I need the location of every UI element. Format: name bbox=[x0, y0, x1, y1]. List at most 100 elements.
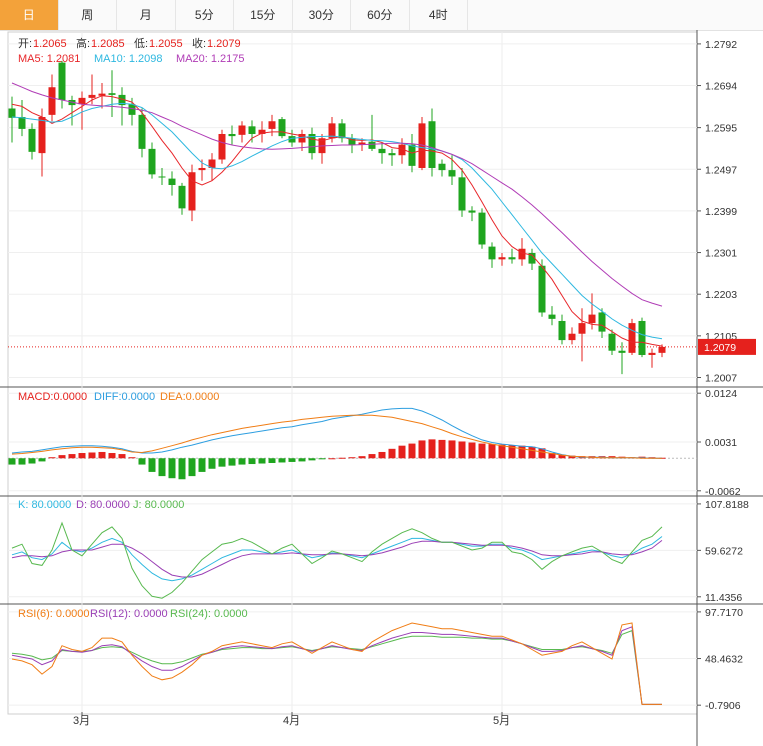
candle-body bbox=[538, 265, 546, 313]
macd-bar bbox=[188, 458, 196, 477]
rsi6-legend: RSI(6): 0.0000 bbox=[18, 608, 90, 620]
y-tick-label: 1.2007 bbox=[705, 373, 737, 385]
macd-bar bbox=[38, 458, 46, 462]
candle-body bbox=[368, 141, 376, 149]
tab-3[interactable]: 5分 bbox=[176, 0, 234, 30]
k-legend: K: 80.0000 bbox=[18, 499, 71, 511]
candle-body bbox=[598, 312, 606, 332]
candle-body bbox=[128, 104, 136, 115]
macd-bar bbox=[178, 458, 186, 480]
tab-0[interactable]: 日 bbox=[0, 0, 59, 30]
candle-body bbox=[228, 133, 236, 137]
candle-body bbox=[248, 126, 256, 134]
macd-bar bbox=[418, 440, 426, 459]
candle-body bbox=[568, 333, 576, 341]
macd-bar bbox=[448, 440, 456, 459]
y-tick-label: 1.2301 bbox=[705, 248, 737, 260]
macd-bar bbox=[118, 454, 126, 459]
tab-2[interactable]: 月 bbox=[117, 0, 176, 30]
candle-body bbox=[488, 246, 496, 260]
candle-body bbox=[48, 87, 56, 115]
candle-body bbox=[18, 116, 26, 129]
candle-body bbox=[578, 323, 586, 334]
macd-bar bbox=[128, 457, 136, 459]
y-tick-label: 97.7170 bbox=[705, 607, 743, 619]
macd-bar bbox=[348, 457, 356, 459]
macd-bar bbox=[18, 458, 26, 465]
candle-body bbox=[498, 257, 506, 260]
candle-body bbox=[388, 153, 396, 156]
candle-body bbox=[28, 128, 36, 152]
candle-body bbox=[608, 333, 616, 351]
candle-body bbox=[648, 352, 656, 355]
candle-body bbox=[518, 248, 526, 260]
candle-body bbox=[458, 177, 466, 211]
open-value: 1.2065 bbox=[33, 38, 67, 50]
candle-body bbox=[38, 116, 46, 154]
candle-body bbox=[218, 133, 226, 160]
macd-bar bbox=[238, 458, 246, 465]
dea-line bbox=[11, 414, 662, 459]
macd-bar bbox=[198, 458, 206, 472]
macd-bar bbox=[468, 442, 476, 459]
macd-bar bbox=[408, 443, 416, 459]
macd-bar bbox=[528, 446, 536, 459]
candle-body bbox=[378, 148, 386, 154]
macd-bar bbox=[48, 457, 56, 459]
rsi6-line bbox=[11, 622, 662, 705]
k-line bbox=[11, 536, 663, 582]
y-tick-label: 48.4632 bbox=[705, 654, 743, 666]
candle-body bbox=[178, 185, 186, 209]
candle-body bbox=[58, 62, 66, 100]
candle-body bbox=[168, 178, 176, 185]
macd-bar bbox=[28, 458, 36, 464]
j-legend: J: 80.0000 bbox=[133, 499, 184, 511]
candle-body bbox=[558, 320, 566, 341]
macd-bar bbox=[518, 445, 526, 459]
y-tick-label: 1.2399 bbox=[705, 206, 737, 218]
rsi24-line bbox=[11, 629, 662, 705]
y-tick-label: -0.0062 bbox=[705, 486, 741, 498]
candle-body bbox=[138, 114, 146, 149]
candle-body bbox=[618, 350, 626, 353]
candle-body bbox=[438, 163, 446, 171]
tab-4[interactable]: 15分 bbox=[234, 0, 293, 30]
tab-6[interactable]: 60分 bbox=[351, 0, 410, 30]
macd-bar bbox=[58, 455, 66, 459]
low-value: 1.2055 bbox=[149, 38, 183, 50]
x-tick-label: 5月 bbox=[493, 715, 510, 727]
macd-bar bbox=[318, 458, 326, 460]
macd-bar bbox=[148, 458, 156, 472]
y-tick-label: 59.6272 bbox=[705, 545, 743, 557]
tab-1[interactable]: 周 bbox=[59, 0, 117, 30]
ma10-legend: MA10: 1.2098 bbox=[94, 53, 163, 65]
macd-bar bbox=[138, 458, 146, 465]
macd-bar bbox=[338, 457, 346, 459]
macd-legend: MACD:0.0000 bbox=[18, 391, 87, 403]
macd-bar bbox=[288, 458, 296, 462]
candle-body bbox=[448, 170, 456, 177]
tab-5[interactable]: 30分 bbox=[293, 0, 351, 30]
diff-legend: DIFF:0.0000 bbox=[94, 391, 155, 403]
candle-body bbox=[468, 210, 476, 213]
macd-bar bbox=[108, 453, 116, 459]
macd-bar bbox=[498, 444, 506, 459]
macd-bar bbox=[88, 452, 96, 459]
candle-body bbox=[148, 148, 156, 175]
d-legend: D: 80.0000 bbox=[76, 499, 130, 511]
rsi12-legend: RSI(12): 0.0000 bbox=[90, 608, 168, 620]
macd-bar bbox=[388, 448, 396, 459]
y-tick-label: 1.2694 bbox=[705, 81, 737, 93]
macd-bar bbox=[438, 439, 446, 459]
candle-body bbox=[628, 323, 636, 353]
y-tick-label: -0.7906 bbox=[705, 700, 741, 712]
macd-bar bbox=[98, 451, 106, 459]
tab-7[interactable]: 4时 bbox=[410, 0, 468, 30]
macd-bar bbox=[478, 443, 486, 459]
candle-body bbox=[548, 314, 556, 319]
macd-bar bbox=[328, 458, 336, 460]
macd-bar bbox=[208, 458, 216, 469]
macd-bar bbox=[228, 458, 236, 466]
period-tabs: 日周月 5分 15分 30分 60分 4时 bbox=[0, 0, 763, 31]
high-value: 1.2085 bbox=[91, 38, 125, 50]
